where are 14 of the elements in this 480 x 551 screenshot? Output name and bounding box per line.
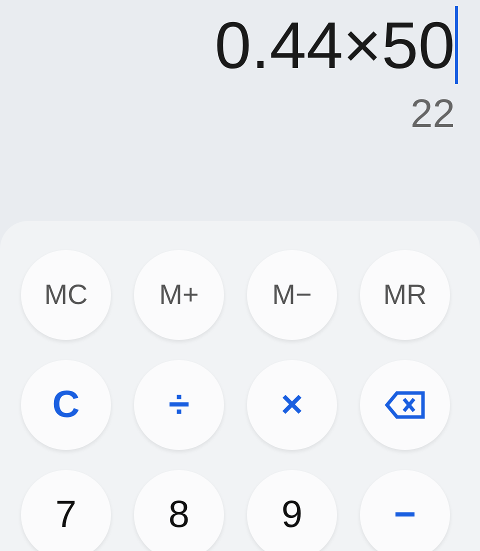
memory-key[interactable]: M+	[134, 250, 224, 340]
expression-field[interactable]: 0.44×50	[214, 6, 458, 84]
digit-key[interactable]: 9	[247, 470, 337, 551]
result-text: 22	[410, 91, 455, 138]
memory-key[interactable]: M−	[247, 250, 337, 340]
memory-key[interactable]: MC	[21, 250, 111, 340]
digit-key[interactable]: 7	[21, 470, 111, 551]
memory-key[interactable]: MR	[360, 250, 450, 340]
backspace-icon	[384, 390, 426, 420]
digit-key[interactable]: 8	[134, 470, 224, 551]
operator-key[interactable]: ÷	[134, 360, 224, 450]
operator-key[interactable]: C	[21, 360, 111, 450]
operator-key[interactable]: −	[360, 470, 450, 551]
operator-key[interactable]: ×	[247, 360, 337, 450]
